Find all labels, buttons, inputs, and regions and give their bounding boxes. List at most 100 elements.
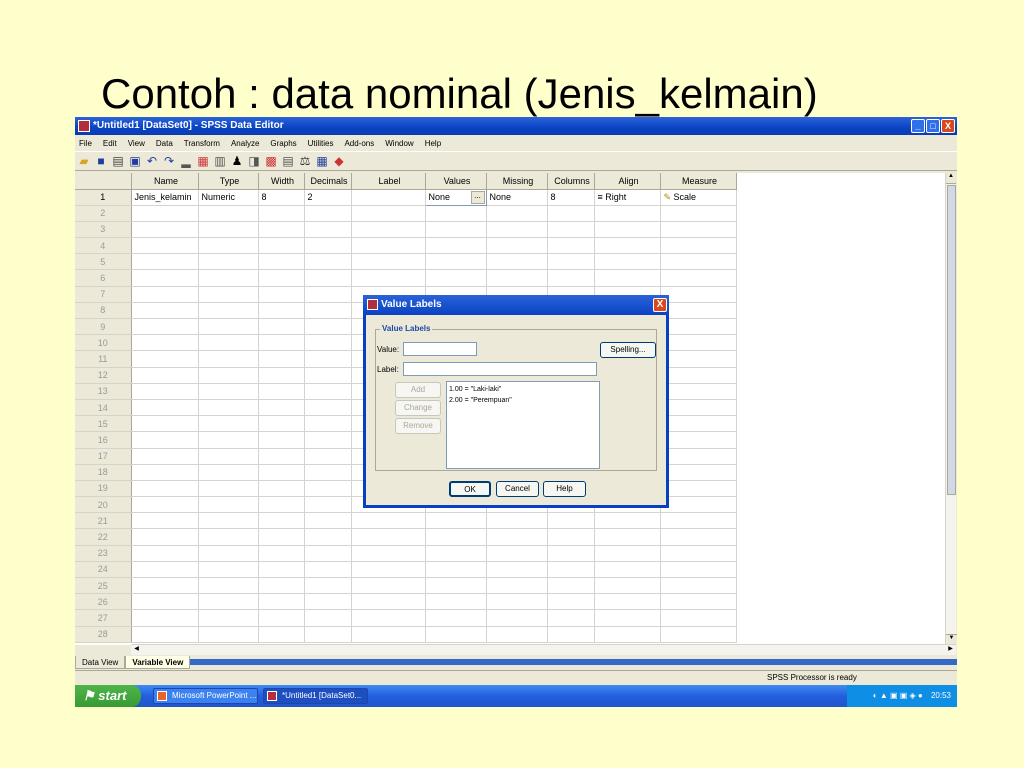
empty-cell[interactable] [547,593,595,611]
row-number[interactable]: 3 [75,221,132,239]
col-header-name[interactable]: Name [131,173,199,190]
empty-cell[interactable] [258,577,305,595]
horizontal-scrollbar[interactable]: ◀ ▶ [131,644,956,655]
cell-type[interactable]: Numeric [198,189,259,206]
empty-cell[interactable] [486,237,548,255]
empty-cell[interactable] [198,415,259,433]
empty-cell[interactable] [660,350,737,368]
empty-cell[interactable] [486,545,548,562]
empty-cell[interactable] [131,253,199,271]
empty-cell[interactable] [198,269,259,287]
split-icon[interactable]: ◨ [248,154,260,168]
window-titlebar[interactable]: *Untitled1 [DataSet0] - SPSS Data Editor… [75,117,957,135]
save-icon[interactable]: ■ [95,154,107,168]
menu-help[interactable]: Help [425,139,441,148]
empty-cell[interactable] [131,480,199,498]
undo-icon[interactable]: ↶ [146,154,158,168]
empty-cell[interactable] [594,626,661,643]
empty-cell[interactable] [258,383,305,400]
empty-cell[interactable] [131,399,199,417]
empty-cell[interactable] [486,561,548,579]
empty-cell[interactable] [198,431,259,449]
start-button[interactable]: ⚑ start [75,685,141,707]
empty-cell[interactable] [304,334,352,352]
empty-cell[interactable] [660,399,737,417]
empty-cell[interactable] [304,237,352,255]
empty-cell[interactable] [131,593,199,611]
row-number[interactable]: 8 [75,302,132,320]
empty-cell[interactable] [594,221,661,239]
col-header-type[interactable]: Type [198,173,259,190]
empty-cell[interactable] [547,577,595,595]
empty-cell[interactable] [351,269,426,287]
empty-cell[interactable] [258,593,305,611]
empty-cell[interactable] [351,528,426,546]
empty-cell[interactable] [258,431,305,449]
empty-cell[interactable] [198,253,259,271]
dialog-close-button[interactable]: X [653,298,667,312]
empty-cell[interactable] [304,577,352,595]
empty-cell[interactable] [594,528,661,546]
empty-cell[interactable] [304,480,352,498]
empty-cell[interactable] [351,626,426,643]
empty-cell[interactable] [258,367,305,384]
value-labels-list[interactable]: 1.00 = "Laki-laki" 2.00 = "Perempuan" [446,381,600,469]
empty-cell[interactable] [131,609,199,627]
empty-cell[interactable] [198,302,259,320]
empty-cell[interactable] [351,237,426,255]
row-number[interactable]: 7 [75,286,132,303]
empty-cell[interactable] [198,399,259,417]
empty-cell[interactable] [486,593,548,611]
row-number[interactable]: 13 [75,383,132,400]
empty-cell[interactable] [258,480,305,498]
empty-cell[interactable] [198,593,259,611]
task-spss[interactable]: *Untitled1 [DataSet0... [263,688,368,704]
empty-cell[interactable] [660,221,737,239]
empty-cell[interactable] [304,302,352,320]
cancel-button[interactable]: Cancel [496,481,539,497]
empty-cell[interactable] [594,577,661,595]
scroll-up-arrow[interactable]: ▲ [946,173,956,184]
corner-cell[interactable] [75,173,132,190]
empty-cell[interactable] [486,528,548,546]
empty-cell[interactable] [258,221,305,239]
empty-cell[interactable] [486,269,548,287]
empty-cell[interactable] [304,561,352,579]
empty-cell[interactable] [198,480,259,498]
empty-cell[interactable] [304,512,352,530]
empty-cell[interactable] [198,448,259,465]
empty-cell[interactable] [660,626,737,643]
menu-window[interactable]: Window [385,139,413,148]
col-header-label[interactable]: Label [351,173,426,190]
label-input[interactable] [403,362,597,376]
empty-cell[interactable] [660,464,737,481]
cell-align[interactable]: ≡ Right [594,189,661,206]
vertical-scrollbar[interactable]: ▲ ▼ [945,173,957,645]
empty-cell[interactable] [198,334,259,352]
empty-cell[interactable] [198,350,259,368]
row-number[interactable]: 6 [75,269,132,287]
empty-cell[interactable] [351,221,426,239]
empty-cell[interactable] [304,464,352,481]
row-number[interactable]: 5 [75,253,132,271]
row-number[interactable]: 10 [75,334,132,352]
empty-cell[interactable] [547,512,595,530]
empty-cell[interactable] [594,253,661,271]
empty-cell[interactable] [547,545,595,562]
empty-cell[interactable] [198,383,259,400]
row-number[interactable]: 14 [75,399,132,417]
tab-variable-view[interactable]: Variable View [125,656,191,669]
cell-decimals[interactable]: 2 [304,189,352,206]
empty-cell[interactable] [660,528,737,546]
empty-cell[interactable] [660,286,737,303]
row-number[interactable]: 28 [75,626,132,643]
select-icon[interactable]: ▤ [282,154,294,168]
row-number[interactable]: 19 [75,480,132,498]
empty-cell[interactable] [198,367,259,384]
empty-cell[interactable] [258,205,305,222]
spelling-button[interactable]: Spelling... [600,342,656,358]
empty-cell[interactable] [304,545,352,562]
empty-cell[interactable] [425,205,487,222]
value-input[interactable] [403,342,477,356]
empty-cell[interactable] [594,512,661,530]
